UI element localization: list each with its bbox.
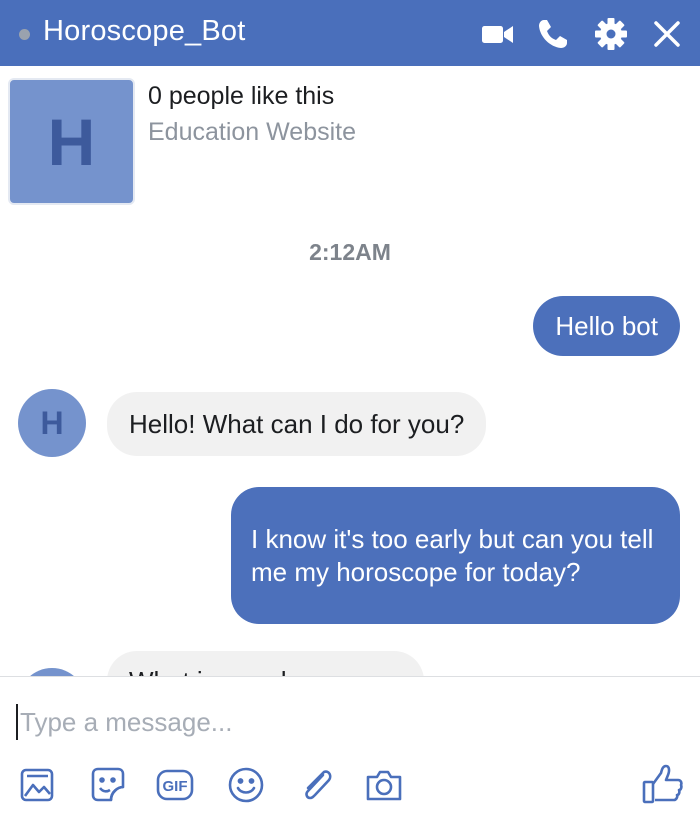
outgoing-message[interactable]: Hello bot [533,296,680,356]
video-call-icon[interactable] [481,17,515,51]
page-avatar[interactable]: H [8,78,135,205]
phone-call-icon[interactable] [536,17,570,51]
attachment-icon[interactable] [296,765,336,805]
thumbs-up-icon[interactable] [641,762,685,806]
message-timestamp: 2:12AM [309,239,391,265]
gif-icon[interactable]: GIF [155,765,195,805]
chat-header: Horoscope_Bot [0,0,700,66]
camera-icon[interactable] [364,765,404,805]
bot-avatar[interactable]: H [18,389,86,457]
settings-gear-icon[interactable] [594,17,628,51]
chat-title[interactable]: Horoscope_Bot [43,15,246,48]
outgoing-message[interactable]: I know it's too early but can you tell m… [231,487,680,624]
bot-avatar-letter: H [40,404,64,441]
photo-icon[interactable] [18,765,58,805]
sticker-icon[interactable] [88,765,128,805]
message-input[interactable] [20,700,620,744]
emoji-icon[interactable] [226,765,266,805]
page-likes-count: 0 people like this [148,82,335,110]
svg-text:GIF: GIF [163,778,188,795]
incoming-message[interactable]: Hello! What can I do for you? [107,392,487,456]
page-category: Education Website [148,118,356,146]
page-avatar-letter: H [47,104,96,179]
online-status-indicator [19,29,30,40]
close-icon[interactable] [650,17,684,51]
text-cursor [16,704,18,740]
